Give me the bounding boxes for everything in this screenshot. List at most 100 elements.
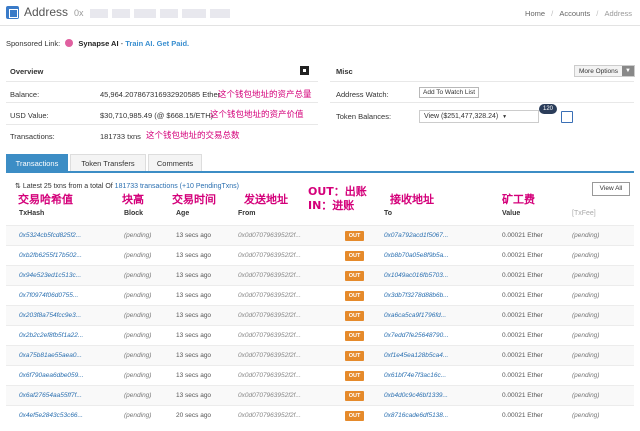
breadcrumb-separator: / [596, 9, 599, 18]
sponsored-tagline[interactable]: Train AI. Get Paid. [125, 39, 189, 48]
tx-fee: (pending) [572, 352, 600, 359]
direction-badge: OUT [345, 271, 364, 281]
tx-age: 13 secs ago [176, 252, 212, 259]
tx-hash-link[interactable]: 0x7f0974f06d0755... [19, 292, 78, 299]
caret-down-icon: ▼ [622, 66, 634, 76]
direction-badge: OUT [345, 231, 364, 241]
tx-to-link[interactable]: 0x61bf74e7f3ac16c... [384, 372, 446, 379]
tx-hash-link[interactable]: 0x2b2c2ef8fb5f1a22... [19, 332, 83, 339]
redacted-address-block [160, 9, 178, 18]
page-title: Address [24, 5, 69, 19]
tx-value: 0.00021 Ether [502, 372, 543, 379]
tx-age: 13 secs ago [176, 272, 212, 279]
table-row: 0x7f0974f06d0755... (pending) 13 secs ag… [6, 285, 634, 305]
tx-block: (pending) [124, 372, 152, 379]
address-prefix: 0x [74, 8, 84, 18]
tx-age: 13 secs ago [176, 312, 212, 319]
breadcrumb-address: Address [604, 9, 632, 18]
tx-to-link[interactable]: 0x8716cade6df5138... [384, 412, 448, 419]
tx-total-link[interactable]: 181733 transactions [115, 183, 178, 190]
view-all-button[interactable]: View All [592, 182, 630, 196]
annotation-col-age: 交易时间 [172, 193, 216, 206]
breadcrumb-accounts[interactable]: Accounts [559, 9, 590, 18]
tx-age: 13 secs ago [176, 352, 212, 359]
token-count-badge: 120 [539, 104, 557, 114]
direction-badge: OUT [345, 391, 364, 401]
col-header-txfee: [TxFee] [572, 210, 596, 217]
redacted-address-block [134, 9, 156, 18]
tx-from: 0x0d0707963952f2f... [238, 292, 301, 299]
annotation-col-fee: 矿工费 [502, 193, 535, 206]
balance-value: 45,964.207867316932920585 Ether [100, 90, 221, 99]
tx-block: (pending) [124, 232, 152, 239]
tx-hash-link[interactable]: 0x203f8a754fcc9e3... [19, 312, 81, 319]
token-balances-value: View ($251,477,328.24) [424, 113, 499, 120]
tx-to-link[interactable]: 0xa6ca5ca9f1796fd... [384, 312, 446, 319]
top-bar: Address 0x Home / Accounts / Address [0, 0, 640, 26]
annotation-col-from: 发送地址 [244, 193, 288, 206]
direction-badge: OUT [345, 351, 364, 361]
tx-from: 0x0d0707963952f2f... [238, 372, 301, 379]
tab-token-transfers[interactable]: Token Transfers [70, 154, 146, 171]
token-view-icon[interactable] [561, 111, 573, 123]
table-row: 0x4ef5e2843c53c66... (pending) 20 secs a… [6, 405, 634, 425]
tx-hash-link[interactable]: 0x4ef5e2843c53c66... [19, 412, 83, 419]
sort-icon: ⇅ [15, 183, 21, 190]
col-header-age: Age [176, 210, 190, 217]
tx-from: 0x0d0707963952f2f... [238, 332, 301, 339]
transactions-label: Transactions: [10, 132, 55, 141]
token-balances-select[interactable]: View ($251,477,328.24) ▼ [419, 110, 539, 123]
table-row: 0x2b2c2ef8fb5f1a22... (pending) 13 secs … [6, 325, 634, 345]
tx-block: (pending) [124, 412, 152, 419]
annotation-col-hash: 交易哈希值 [18, 193, 73, 206]
col-header-to: To [384, 210, 393, 217]
tx-fee: (pending) [572, 332, 600, 339]
col-header-block: Block [124, 210, 144, 217]
table-row: 0x203f8a754fcc9e3... (pending) 13 secs a… [6, 305, 634, 325]
breadcrumb-home[interactable]: Home [525, 9, 545, 18]
tx-block: (pending) [124, 352, 152, 359]
tx-from: 0x0d0707963952f2f... [238, 392, 301, 399]
tx-hash-link[interactable]: 0x6f790aea6dbe059... [19, 372, 84, 379]
more-options-dropdown[interactable]: More Options ▼ [574, 65, 635, 77]
tx-block: (pending) [124, 332, 152, 339]
tx-to-link[interactable]: 0xf1e45ea128b5ca4... [384, 352, 448, 359]
tx-fee: (pending) [572, 292, 600, 299]
direction-badge: OUT [345, 251, 364, 261]
tx-to-link[interactable]: 0x3db7f3278d88b6b... [384, 292, 449, 299]
tx-fee: (pending) [572, 232, 600, 239]
tx-value: 0.00021 Ether [502, 332, 543, 339]
tx-age: 13 secs ago [176, 372, 212, 379]
tx-hash-link[interactable]: 0x5324cb5fcd825f2... [19, 232, 81, 239]
tx-to-link[interactable]: 0xb4d0c9c46bf1339... [384, 392, 448, 399]
annotation-usd: 这个钱包地址的资产价值 [210, 110, 304, 120]
tx-to-link[interactable]: 0xb8b70a05e8f9b5a... [384, 252, 449, 259]
tx-block: (pending) [124, 312, 152, 319]
tx-summary: ⇅ Latest 25 txns from a total Of 181733 … [15, 182, 239, 190]
qr-code-icon[interactable] [300, 66, 309, 75]
tab-comments[interactable]: Comments [148, 154, 202, 171]
pending-txns-link[interactable]: (+10 PendingTxns) [180, 183, 239, 190]
balance-label: Balance: [10, 90, 40, 99]
usd-value-label: USD Value: [10, 111, 49, 120]
tx-hash-link[interactable]: 0xa75b81ae55aea0... [19, 352, 82, 359]
tx-to-link[interactable]: 0x07a792acd1f5067... [384, 232, 448, 239]
tab-transactions[interactable]: Transactions [6, 154, 68, 171]
sponsored-brand[interactable]: Synapse AI [78, 39, 118, 48]
tx-hash-link[interactable]: 0x94e523ed1c513c... [19, 272, 81, 279]
col-header-value: Value [502, 210, 521, 217]
add-to-watch-list-button[interactable]: Add To Watch List [419, 87, 480, 98]
sponsored-link: Sponsored Link: Synapse AI - Train AI. G… [6, 39, 190, 48]
tx-from: 0x0d0707963952f2f... [238, 412, 301, 419]
tx-to-link[interactable]: 0x1049ac016fb5703... [384, 272, 448, 279]
tx-to-link[interactable]: 0x7edd7fe25648790... [384, 332, 449, 339]
tx-hash-link[interactable]: 0xb2fb6255f17b502... [19, 252, 82, 259]
tx-hash-link[interactable]: 0x6af27654aa55ff7f... [19, 392, 82, 399]
overview-title: Overview [10, 67, 44, 76]
direction-badge: OUT [345, 291, 364, 301]
tx-fee: (pending) [572, 372, 600, 379]
more-options-label: More Options [579, 68, 619, 75]
tx-block: (pending) [124, 252, 152, 259]
address-watch-label: Address Watch: [336, 90, 389, 99]
annotation-col-io-out: OUT：出账 [308, 185, 367, 198]
